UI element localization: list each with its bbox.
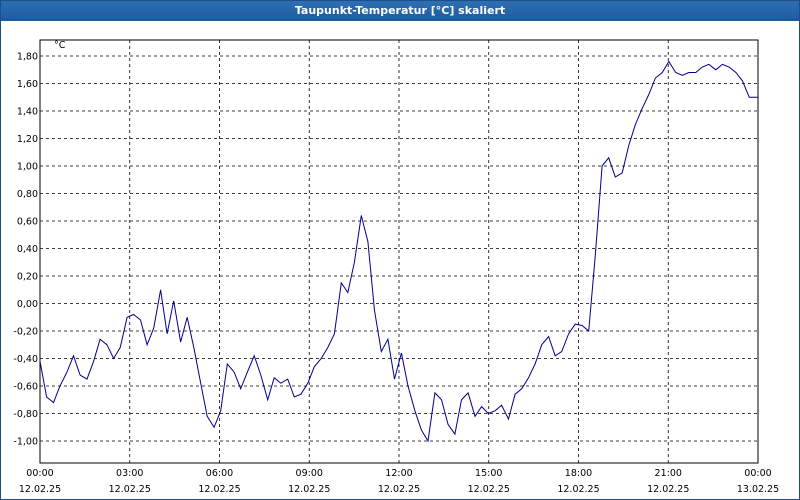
x-tick-date: 12.02.25 bbox=[198, 484, 240, 495]
y-tick-label: 0,40 bbox=[17, 244, 38, 255]
y-tick-label: -0,80 bbox=[13, 409, 38, 420]
line-chart: °C 1,80 1,60 1,40 1,20 1,00 0,80 0,60 0,40 0,20 0… bbox=[13, 39, 779, 495]
x-tick-date: 12.02.25 bbox=[378, 484, 420, 495]
x-tick-time: 00:00 bbox=[744, 468, 771, 479]
x-tick-date: 12.02.25 bbox=[288, 484, 330, 495]
y-axis-label: °C bbox=[54, 40, 66, 51]
y-tick-label: 0,60 bbox=[17, 217, 38, 228]
y-tick-label: 0,80 bbox=[17, 189, 38, 200]
x-tick-time: 03:00 bbox=[116, 468, 143, 479]
x-tick-date: 12.02.25 bbox=[19, 484, 61, 495]
x-tick-time: 15:00 bbox=[475, 468, 502, 479]
grid-lines bbox=[40, 40, 758, 463]
x-tick-date: 12.02.25 bbox=[109, 484, 151, 495]
x-tick-time: 12:00 bbox=[385, 468, 412, 479]
y-tick-label: -0,60 bbox=[13, 382, 38, 393]
y-tick-label: 0,00 bbox=[17, 299, 38, 310]
x-tick-time: 21:00 bbox=[655, 468, 682, 479]
y-tick-label: 1,20 bbox=[17, 134, 38, 145]
y-tick-label: 1,40 bbox=[17, 107, 38, 118]
y-tick-label: 1,00 bbox=[17, 162, 38, 173]
x-tick-time: 09:00 bbox=[296, 468, 323, 479]
x-tick-time: 00:00 bbox=[26, 468, 53, 479]
x-tick-time: 06:00 bbox=[206, 468, 233, 479]
y-tick-label: 1,80 bbox=[17, 52, 38, 63]
x-tick-time: 18:00 bbox=[565, 468, 592, 479]
y-tick-label: -1,00 bbox=[13, 437, 38, 448]
y-tick-label: -0,40 bbox=[13, 354, 38, 365]
y-tick-label: 1,60 bbox=[17, 79, 38, 90]
y-tick-label: 0,20 bbox=[17, 272, 38, 283]
x-tick-date: 12.02.25 bbox=[647, 484, 689, 495]
x-tick-labels: 00:00 12.02.25 03:00 12.02.25 06:00 12.02.25 0… bbox=[19, 468, 779, 495]
y-tick-labels: 1,80 1,60 1,40 1,20 1,00 0,80 0,60 0,40 0,20 0,00… bbox=[13, 52, 38, 448]
y-tick-label: -0,20 bbox=[13, 327, 38, 338]
x-tick-date: 12.02.25 bbox=[557, 484, 599, 495]
x-tick-date: 13.02.25 bbox=[737, 484, 779, 495]
x-tick-date: 12.02.25 bbox=[468, 484, 510, 495]
